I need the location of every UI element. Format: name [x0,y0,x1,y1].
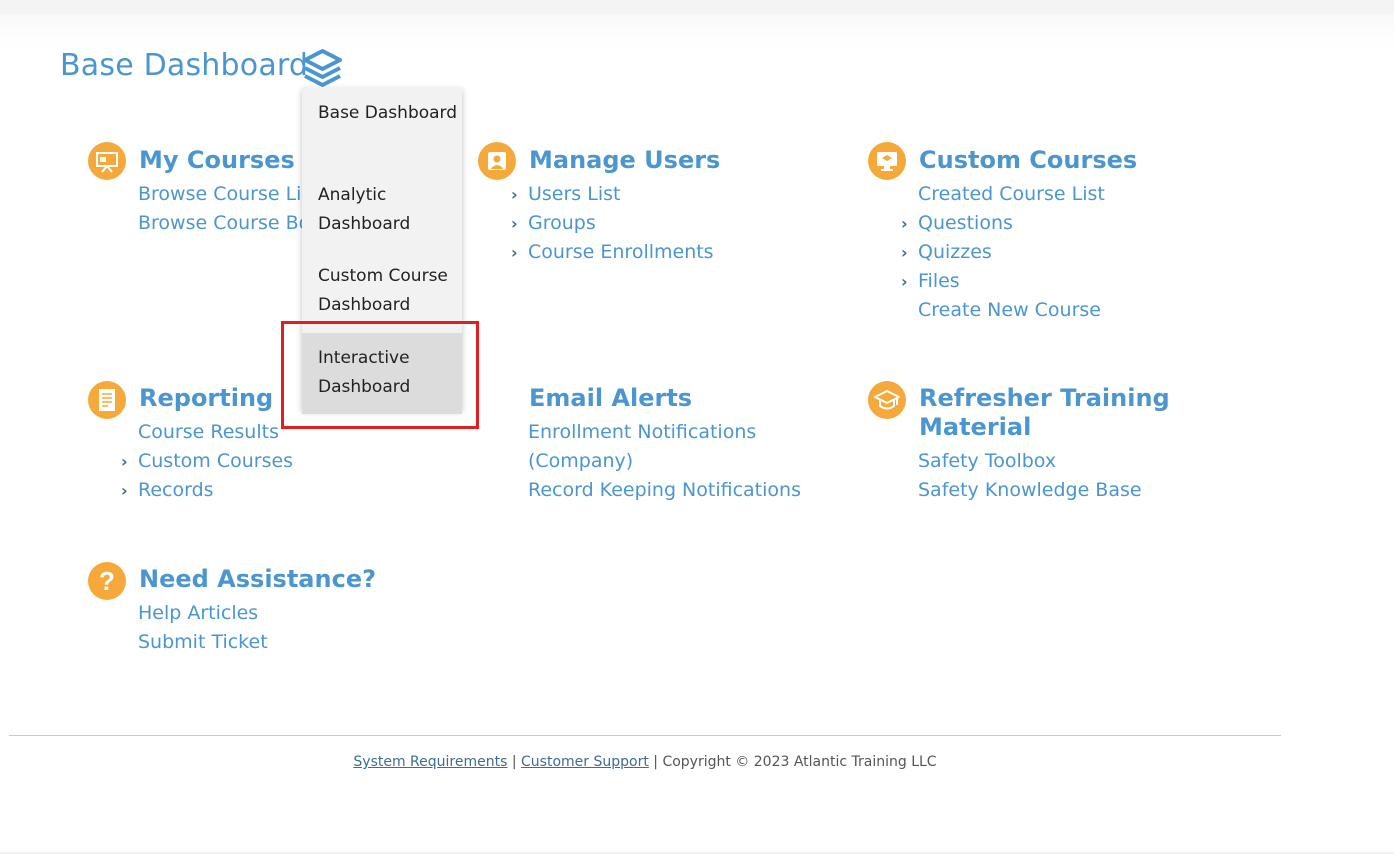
questions-link[interactable]: › Questions [901,209,1105,238]
chevron-right-icon: › [511,243,518,262]
system-requirements-link[interactable]: System Requirements [353,754,507,770]
menu-item-analytic-dashboard[interactable]: Analytic Dashboard [302,170,462,251]
email-alerts-links: Enrollment Notifications (Company) Recor… [528,418,801,505]
menu-item-label: Analytic Dashboard [318,185,411,234]
records-link[interactable]: › Records [121,476,293,505]
graduation-cap-icon [868,381,906,419]
chevron-right-icon: › [121,481,128,500]
top-header-bar [0,0,1394,48]
quizzes-label: Quizzes [918,241,992,263]
refresher-heading-line1[interactable]: Refresher Training [919,384,1170,413]
help-articles-link[interactable]: Help Articles [138,599,268,628]
enrollment-notifications-company-link[interactable]: (Company) [528,447,801,476]
created-course-list-link[interactable]: Created Course List [918,180,1105,209]
manage-users-links: › Users List › Groups › Course Enrollments [511,180,714,267]
customer-support-link[interactable]: Customer Support [521,754,649,770]
footer-divider [9,735,1281,736]
user-icon [478,142,516,180]
email-alerts-heading[interactable]: Email Alerts [529,384,692,413]
need-assistance-heading[interactable]: Need Assistance? [139,565,376,594]
groups-link[interactable]: › Groups [511,209,714,238]
safety-knowledge-base-link[interactable]: Safety Knowledge Base [918,476,1142,505]
report-icon [88,381,126,419]
reporting-links: Course Results › Custom Courses › Records [121,418,294,505]
course-enrollments-label: Course Enrollments [528,241,714,263]
layers-icon[interactable] [301,48,344,90]
submit-ticket-link[interactable]: Submit Ticket [138,628,268,657]
menu-item-label: Base Dashboard [318,103,458,123]
quizzes-link[interactable]: › Quizzes [901,238,1105,267]
custom-courses-heading[interactable]: Custom Courses [919,146,1137,175]
enrollment-notifications-link[interactable]: Enrollment Notifications [528,418,801,447]
menu-item-label: Custom Course Dashboard [318,266,448,315]
assistance-links: Help Articles Submit Ticket [138,599,268,657]
footer: System Requirements | Customer Support |… [0,754,1290,770]
menu-item-base-dashboard[interactable]: Base Dashboard [302,88,462,169]
chevron-right-icon: › [511,185,518,204]
manage-users-heading[interactable]: Manage Users [529,146,720,175]
copyright-text: | Copyright © 2023 Atlantic Training LLC [648,754,937,770]
monitor-icon [868,142,906,180]
users-list-label: Users List [528,183,621,205]
refresher-links: Safety Toolbox Safety Knowledge Base [918,447,1142,505]
safety-toolbox-link[interactable]: Safety Toolbox [918,447,1142,476]
questions-label: Questions [918,212,1013,234]
presentation-icon [88,142,126,180]
reporting-custom-courses-label: Custom Courses [138,450,294,472]
highlight-box [281,321,479,429]
files-label: Files [918,270,960,292]
svg-text:?: ? [99,566,115,596]
page-title: Base Dashboard [60,48,309,83]
chevron-right-icon: › [121,452,128,471]
chevron-right-icon: › [901,243,908,262]
reporting-heading[interactable]: Reporting [139,384,273,413]
chevron-right-icon: › [511,214,518,233]
top-strip [0,0,1394,14]
footer-separator: | [507,754,522,770]
course-enrollments-link[interactable]: › Course Enrollments [511,238,714,267]
records-label: Records [138,479,214,501]
chevron-right-icon: › [901,214,908,233]
refresher-heading-line2[interactable]: Material [919,413,1031,442]
custom-courses-links: Created Course List › Questions › Quizzes … [901,180,1105,325]
groups-label: Groups [528,212,596,234]
question-icon: ? [88,562,126,600]
files-link[interactable]: › Files [901,267,1105,296]
record-keeping-notifications-link[interactable]: Record Keeping Notifications [528,476,801,505]
menu-item-custom-course-dashboard[interactable]: Custom Course Dashboard [302,251,462,332]
my-courses-heading[interactable]: My Courses [139,146,295,175]
course-results-link[interactable]: Course Results [138,418,293,447]
users-list-link[interactable]: › Users List [511,180,714,209]
create-new-course-link[interactable]: Create New Course [918,296,1105,325]
reporting-custom-courses-link[interactable]: › Custom Courses [121,447,294,476]
chevron-right-icon: › [901,272,908,291]
